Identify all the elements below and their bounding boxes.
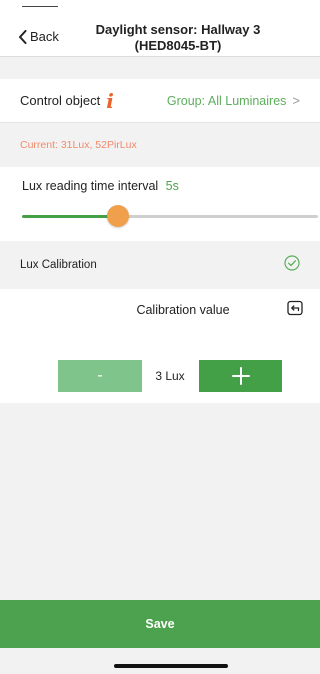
slider-track-filled[interactable] [22,215,118,218]
slider-thumb[interactable] [107,205,129,227]
empty-content-area [0,404,320,600]
increase-button[interactable] [199,360,282,392]
page-title: Daylight sensor: Hallway 3 (HED8045-BT) [78,22,278,54]
current-reading-text: Current: 31Lux, 52PirLux [20,139,137,151]
lux-interval-label: Lux reading time interval [22,179,159,193]
lux-interval-panel: Lux reading time interval 5s [0,167,320,241]
control-object-label: Control object [20,93,101,108]
page-title-line2: (HED8045-BT) [134,38,222,53]
control-object-value: Group: All Luminaires [166,93,287,108]
lux-calibration-row[interactable]: Lux Calibration [0,242,320,288]
home-indicator[interactable] [114,664,228,668]
calibration-value: 3 Lux [155,369,185,383]
back-label: Back [30,29,59,44]
save-label: Save [145,617,175,631]
page-title-line1: Daylight sensor: Hallway 3 [95,22,261,37]
plus-icon [231,367,250,385]
check-circle-icon[interactable] [284,254,300,276]
bottom-area [0,648,320,674]
minus-label: - [97,367,103,384]
lux-interval-label-wrap: Lux reading time interval 5s [22,179,179,193]
top-spacer [0,57,320,78]
control-object-row[interactable]: Control object i Group: All Luminaires > [0,79,320,123]
slider-track-empty[interactable] [118,215,318,218]
reset-icon[interactable] [287,300,303,321]
lux-interval-value: 5s [165,179,179,193]
current-reading-row: Current: 31Lux, 52PirLux [0,124,320,166]
chevron-right-icon: > [292,93,300,108]
top-navigation-bar: Back Daylight sensor: Hallway 3 (HED8045… [0,0,320,57]
calibration-value-label: Calibration value [136,303,230,317]
decrease-button[interactable]: - [58,360,142,392]
lux-calibration-label: Lux Calibration [20,259,97,271]
info-icon[interactable]: i [106,91,114,111]
chevron-left-icon [19,29,27,44]
status-bar-tick [22,6,58,7]
control-object-value-wrap: Group: All Luminaires > [167,93,300,108]
calibration-panel: Calibration value - 3 Lux [0,289,320,403]
save-button[interactable]: Save [0,600,320,648]
back-button[interactable]: Back [18,29,59,44]
